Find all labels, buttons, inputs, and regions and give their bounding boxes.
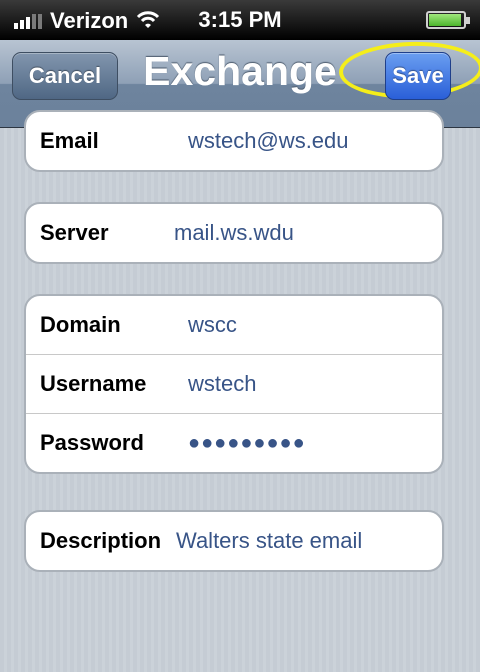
password-label: Password xyxy=(40,430,144,455)
email-group: Email wstech@ws.edu xyxy=(24,110,444,172)
domain-row[interactable]: Domain wscc xyxy=(26,296,442,355)
description-row[interactable]: Description Walters state email xyxy=(26,512,442,570)
description-field[interactable]: Walters state email xyxy=(176,528,362,554)
domain-field[interactable]: wscc xyxy=(188,312,237,338)
password-field[interactable]: ●●●●●●●●● xyxy=(188,432,306,455)
email-label: Email xyxy=(40,128,99,153)
server-field[interactable]: mail.ws.wdu xyxy=(174,220,294,246)
username-label: Username xyxy=(40,371,147,396)
description-label: Description xyxy=(40,528,162,553)
save-button[interactable]: Save xyxy=(385,52,451,100)
username-field[interactable]: wstech xyxy=(188,371,256,397)
username-row[interactable]: Username wstech xyxy=(26,355,442,414)
server-group: Server mail.ws.wdu xyxy=(24,202,444,264)
status-bar: Verizon 3:15 PM xyxy=(0,0,480,40)
server-label: Server xyxy=(40,220,109,245)
status-time: 3:15 PM xyxy=(198,7,282,32)
password-row[interactable]: Password ●●●●●●●●● xyxy=(26,414,442,472)
email-field[interactable]: wstech@ws.edu xyxy=(188,128,349,154)
battery-icon xyxy=(426,11,470,29)
server-row[interactable]: Server mail.ws.wdu xyxy=(26,204,442,262)
description-group: Description Walters state email xyxy=(24,510,444,572)
credentials-group: Domain wscc Username wstech Password ●●●… xyxy=(24,294,444,474)
email-row[interactable]: Email wstech@ws.edu xyxy=(26,112,442,170)
domain-label: Domain xyxy=(40,312,121,337)
